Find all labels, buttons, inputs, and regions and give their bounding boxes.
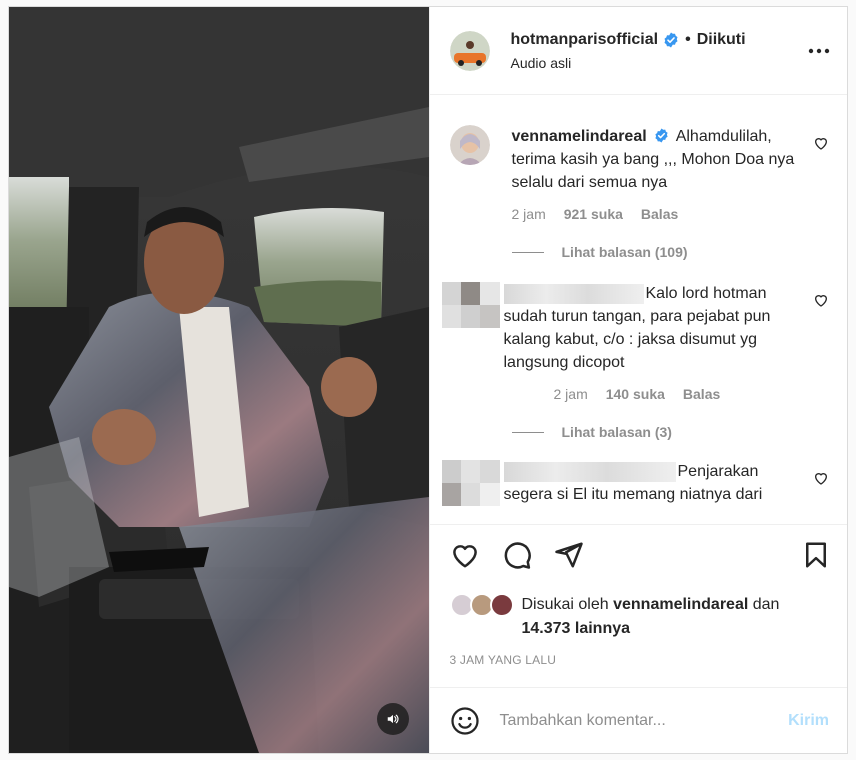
view-replies-label: Lihat balasan (3) <box>561 424 672 440</box>
replies-divider <box>511 431 544 433</box>
comment-meta: 2 jam 921 suka Balas <box>512 206 802 222</box>
more-options-button[interactable] <box>807 39 831 63</box>
comment-likes[interactable]: 921 suka <box>564 206 623 222</box>
comment-icon[interactable] <box>502 540 532 570</box>
comment-composer: Tambahkan komentar... Kirim <box>429 687 847 753</box>
reply-button[interactable]: Balas <box>641 206 678 222</box>
author-username[interactable]: hotmanparisofficial <box>511 31 659 49</box>
sound-icon <box>387 714 399 724</box>
comments-list[interactable]: vennamelindareal Alhamdulilah, terima ka… <box>429 95 848 525</box>
post-modal: hotmanparisofficial • Diikuti Audio asli <box>8 6 848 754</box>
verified-icon <box>655 128 668 143</box>
header-separator: • <box>685 30 691 48</box>
likes-text: Disukai oleh vennamelindareal dan 14.373… <box>522 593 780 641</box>
comment-text-block: Penjarakan segera si El itu memang niatn… <box>503 460 802 506</box>
more-icon <box>808 48 830 53</box>
commenter-avatar-image <box>449 125 490 165</box>
likes-count-link[interactable]: 14.373 lainnya <box>522 620 631 637</box>
commenter-avatar[interactable] <box>449 125 490 165</box>
view-replies-button[interactable]: Lihat balasan (3) <box>511 424 848 440</box>
view-replies-label: Lihat balasan (109) <box>561 244 688 260</box>
post-comment-button[interactable]: Kirim <box>788 712 829 730</box>
commenter-avatar-blurred[interactable] <box>441 282 500 328</box>
view-replies-button[interactable]: Lihat balasan (109) <box>511 244 848 260</box>
video-frame-image <box>9 7 429 753</box>
heart-small-icon[interactable] <box>813 135 829 151</box>
comment-item: vennamelindareal Alhamdulilah, terima ka… <box>430 125 848 222</box>
liker-username[interactable]: vennamelindareal <box>613 596 748 613</box>
heart-small-icon[interactable] <box>813 470 829 486</box>
replies-divider <box>511 251 544 253</box>
comment-username-blurred[interactable] <box>503 283 644 304</box>
verified-icon <box>664 32 678 47</box>
post-details-panel: hotmanparisofficial • Diikuti Audio asli <box>428 7 848 753</box>
post-timestamp[interactable]: 3 JAM YANG LALU <box>430 641 848 681</box>
liker-avatars[interactable] <box>449 593 518 617</box>
reply-button[interactable]: Balas <box>683 386 720 402</box>
sound-toggle-button[interactable] <box>377 703 409 735</box>
comment-time[interactable]: 2 jam <box>554 386 588 402</box>
share-icon[interactable] <box>554 540 584 570</box>
like-icon[interactable] <box>450 540 480 570</box>
comment-text-block: vennamelindareal Alhamdulilah, terima ka… <box>512 125 802 194</box>
liker-avatar <box>489 593 514 617</box>
comment-time[interactable]: 2 jam <box>512 206 546 222</box>
comment-input[interactable]: Tambahkan komentar... <box>500 712 789 730</box>
comment-item: Penjarakan segera si El itu memang niatn… <box>430 460 848 506</box>
follow-status-button[interactable]: Diikuti <box>697 31 746 49</box>
comment-username[interactable]: vennamelindareal <box>512 128 647 145</box>
emoji-icon[interactable] <box>450 706 480 736</box>
comment-meta: 2 jam 140 suka Balas <box>554 386 802 402</box>
comment-likes[interactable]: 140 suka <box>606 386 665 402</box>
post-header: hotmanparisofficial • Diikuti Audio asli <box>429 7 847 95</box>
commenter-avatar-blurred[interactable] <box>441 460 500 506</box>
post-video[interactable] <box>9 7 429 753</box>
action-bar <box>430 525 848 585</box>
likes-connector: dan <box>752 596 780 613</box>
audio-label[interactable]: Audio asli <box>511 55 808 71</box>
author-avatar-image <box>449 30 490 71</box>
comment-text-block: Kalo lord hotman sudah turun tangan, par… <box>503 282 802 374</box>
likes-prefix: Disukai oleh <box>521 596 609 613</box>
author-avatar[interactable] <box>449 30 490 71</box>
heart-small-icon[interactable] <box>813 292 829 308</box>
comment-item: Kalo lord hotman sudah turun tangan, par… <box>430 282 848 402</box>
comment-username-blurred[interactable] <box>503 461 676 482</box>
likes-summary: Disukai oleh vennamelindareal dan 14.373… <box>430 585 848 641</box>
save-icon[interactable] <box>801 540 831 570</box>
